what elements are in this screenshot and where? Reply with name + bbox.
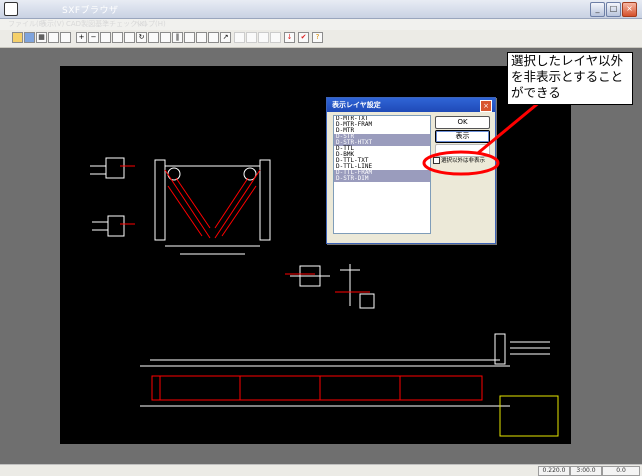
dialog-close-button[interactable]: × [480, 100, 492, 112]
toolbar: ▦ + − ↻ ‖ ↗ ↓ ✔ ? [0, 30, 642, 48]
open-icon[interactable] [12, 32, 23, 43]
callout-line: ができる [511, 85, 561, 100]
title-bar: SXFブラウザ _ □ × [0, 0, 642, 19]
rotate-icon[interactable]: ↻ [136, 32, 147, 43]
zoom-out-icon[interactable]: − [88, 32, 99, 43]
print-icon[interactable] [48, 32, 59, 43]
layer-display-dialog: 表示レイヤ設定 × D-MTR-TXT D-MTR-FRAM D-MTR D-S… [326, 97, 496, 244]
callout-box: 選択したレイヤ以外 を非表示とすること ができる [507, 52, 633, 105]
window-icon[interactable] [246, 32, 257, 43]
measure-icon[interactable] [148, 32, 159, 43]
hide-unselected-checkbox[interactable]: 選択以外は非表示 [433, 156, 495, 166]
pan-icon[interactable] [124, 32, 135, 43]
arrow-icon[interactable]: ↗ [220, 32, 231, 43]
window-icon[interactable] [258, 32, 269, 43]
check-icon[interactable]: ✔ [298, 32, 309, 43]
app-icon[interactable] [4, 2, 18, 16]
grid-icon[interactable]: ▦ [36, 32, 47, 43]
status-bar: 0.220.0 3:00.0 0.0 [0, 464, 642, 476]
zoom-in-icon[interactable]: + [76, 32, 87, 43]
ok-button[interactable]: OK [435, 116, 490, 129]
layer-icon[interactable] [196, 32, 207, 43]
draw-icon[interactable] [184, 32, 195, 43]
properties-icon[interactable] [160, 32, 171, 43]
title-block-frame [499, 395, 559, 437]
layer-item-selected[interactable]: D-STR-DIM [334, 176, 430, 182]
menu-view[interactable]: 表示(V) [40, 19, 64, 30]
layers-icon[interactable] [60, 32, 71, 43]
checkbox-box[interactable] [433, 157, 440, 164]
dialog-title-bar: 表示レイヤ設定 × [327, 98, 495, 112]
close-button[interactable]: × [622, 2, 637, 17]
layer-settings-icon[interactable] [208, 32, 219, 43]
columns-icon[interactable]: ‖ [172, 32, 183, 43]
menu-help[interactable]: ヘルプ(H) [134, 19, 166, 30]
maximize-button[interactable]: □ [606, 2, 621, 17]
minimize-button[interactable]: _ [590, 2, 605, 17]
menu-bar: ファイル(F) 表示(V) CAD製図基準チェック(K) ヘルプ(H) [0, 19, 642, 30]
save-icon[interactable] [24, 32, 35, 43]
dialog-title: 表示レイヤ設定 [332, 101, 381, 109]
zoom-fit-icon[interactable] [100, 32, 111, 43]
window-icon[interactable] [270, 32, 281, 43]
help-icon[interactable]: ? [312, 32, 323, 43]
show-button[interactable]: 表示 [435, 130, 490, 143]
window-icon[interactable] [234, 32, 245, 43]
layer-list[interactable]: D-MTR-TXT D-MTR-FRAM D-MTR D-STR D-STR-H… [333, 115, 431, 234]
callout-line: を非表示とすること [511, 69, 624, 84]
window-title: SXFブラウザ [62, 6, 119, 16]
checkbox-label: 選択以外は非表示 [441, 158, 486, 164]
check-icon[interactable]: ↓ [284, 32, 295, 43]
callout-line: 選択したレイヤ以外 [511, 53, 624, 68]
zoom-window-icon[interactable] [112, 32, 123, 43]
